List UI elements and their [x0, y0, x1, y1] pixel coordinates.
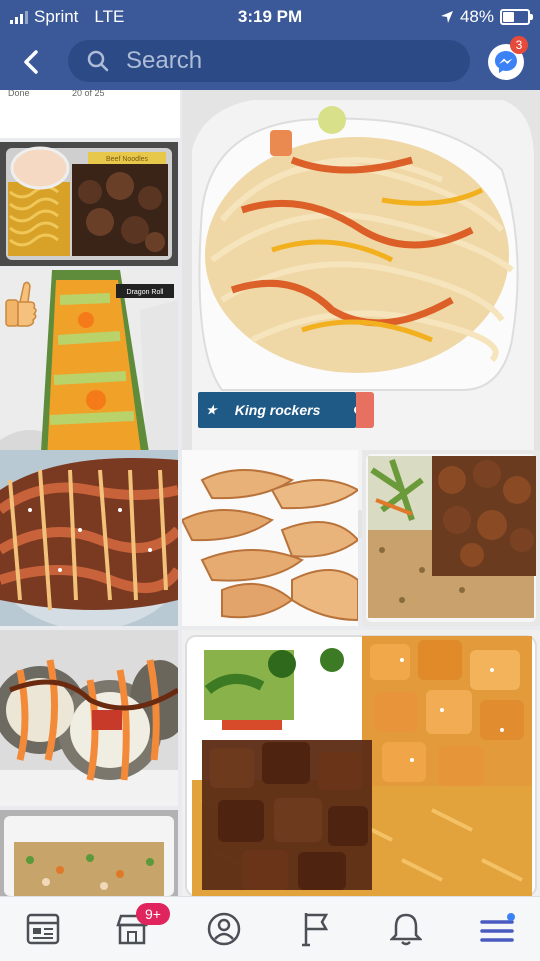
beef-noodles-label: Beef Noodles — [106, 156, 149, 163]
bell-icon — [390, 913, 422, 946]
bottom-tab-bar: 9+ — [0, 896, 540, 961]
tab-pages[interactable] — [293, 907, 337, 951]
photo-sushi-roll-sauce[interactable] — [0, 450, 178, 626]
sushi-sauce-image — [0, 450, 178, 626]
tab-profile[interactable] — [202, 907, 246, 951]
dragon-roll-label: Dragon Roll — [127, 289, 164, 296]
strip-left-text: Done — [8, 90, 30, 98]
location-arrow-icon — [440, 11, 453, 23]
photo-chicken-rice[interactable] — [362, 450, 540, 626]
tab-notifications[interactable] — [384, 907, 428, 951]
profile-icon — [207, 912, 241, 946]
caption-sticker: ★ King rockers — [198, 392, 374, 428]
top-strip: Done 20 of 25 — [0, 90, 180, 138]
strip-center-text: 20 of 25 — [72, 90, 105, 98]
messenger-badge: 3 — [510, 36, 528, 54]
photo-fried-rice[interactable] — [0, 810, 178, 896]
flag-icon — [302, 913, 329, 947]
dumplings-image — [182, 450, 358, 626]
top-nav-bar: 3 — [0, 34, 540, 90]
search-input[interactable] — [124, 46, 428, 76]
photo-tempura-roll[interactable] — [0, 630, 178, 806]
status-bar: Sprint LTE 3:19 PM 48% — [0, 0, 540, 34]
chicken-rice-image — [362, 450, 540, 626]
tempura-roll-image — [0, 630, 178, 806]
photo-steak-chicken-rice[interactable] — [182, 630, 540, 896]
photo-dumplings[interactable] — [182, 450, 358, 626]
battery-percent: 48% — [459, 7, 494, 26]
fried-rice-image — [0, 810, 178, 896]
beef-noodles-image: Beef Noodles — [0, 142, 178, 266]
search-bar[interactable] — [68, 40, 470, 82]
tab-marketplace[interactable]: 9+ — [110, 903, 170, 951]
battery-icon — [500, 9, 533, 25]
photo-beef-noodles[interactable]: Beef Noodles — [0, 142, 178, 266]
star-icon: ★ — [206, 403, 217, 417]
messenger-button[interactable]: 3 — [488, 36, 528, 80]
tab-news-feed[interactable] — [21, 907, 65, 951]
menu-icon — [480, 913, 515, 942]
photo-grid: Done 20 of 25 Beef Noodles ★ King rocker… — [0, 90, 540, 896]
search-icon — [87, 50, 109, 72]
tab-menu[interactable] — [475, 907, 519, 951]
steak-chicken-image — [182, 630, 540, 896]
sticker-dot — [354, 406, 362, 414]
back-arrow-icon[interactable] — [18, 48, 46, 76]
news-feed-icon — [26, 913, 60, 945]
caption-text: King rockers — [234, 402, 321, 418]
marketplace-badge: 9+ — [136, 903, 170, 925]
